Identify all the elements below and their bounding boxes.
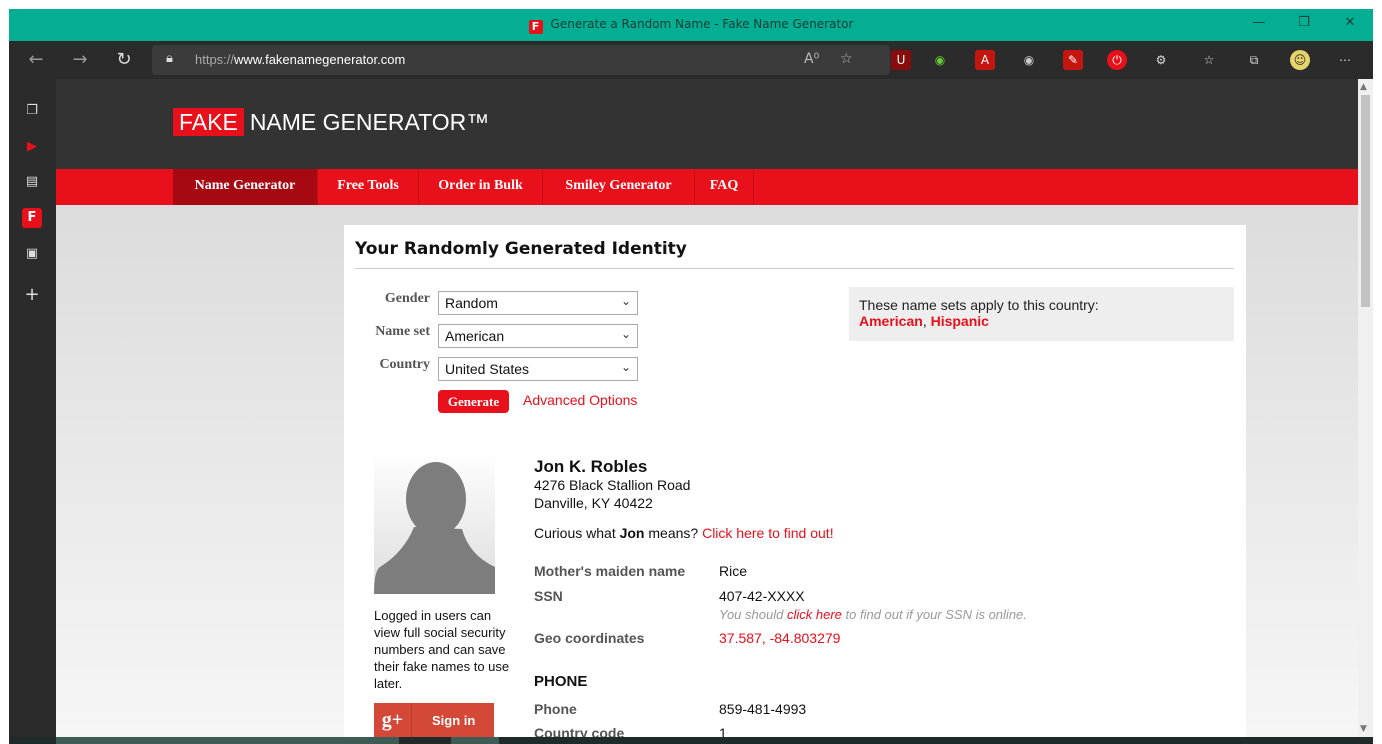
country-label: Country — [379, 357, 430, 372]
name-meaning-line: Curious what Jon means? Click here to fi… — [534, 525, 834, 541]
favicon-icon: F — [528, 20, 543, 34]
favorites-icon[interactable]: ☆ — [1199, 50, 1219, 70]
page-title: Your Randomly Generated Identity — [355, 239, 687, 259]
geo-coordinates-link[interactable]: 37.587, -84.803279 — [719, 630, 840, 646]
profile-avatar-icon[interactable]: ☺ — [1290, 50, 1310, 70]
site-logo[interactable]: FAKE NAME GENERATOR™ — [173, 108, 489, 136]
fake-name-tab-icon[interactable]: F — [22, 208, 42, 228]
nameset-hispanic-link[interactable]: Hispanic — [931, 313, 989, 329]
nameset-american-link[interactable]: American — [859, 313, 923, 329]
back-icon[interactable]: ← — [23, 49, 49, 70]
site-nav: Name Generator Free Tools Order in Bulk … — [56, 169, 1358, 205]
chevron-down-icon: ⌄ — [620, 294, 631, 308]
google-signin-button[interactable]: g+ Sign in — [374, 703, 494, 737]
chevron-down-icon: ⌄ — [620, 327, 631, 341]
login-prompt: Logged in users can view full social sec… — [374, 608, 510, 691]
vertical-scrollbar[interactable]: ▲ ▼ — [1358, 79, 1373, 737]
identity-panel: Your Randomly Generated Identity Gender … — [344, 225, 1246, 737]
bot-tab-icon[interactable]: ▣ — [22, 244, 42, 264]
advanced-options-link[interactable]: Advanced Options — [523, 392, 637, 408]
name-meaning-link[interactable]: Click here to find out! — [702, 525, 834, 541]
generate-button[interactable]: Generate — [438, 390, 509, 413]
browser-sidebar: ❐ ▶ ▤ F ▣ + — [9, 79, 55, 744]
pdf-extension-icon[interactable]: A — [975, 50, 995, 70]
gender-label: Gender — [384, 291, 430, 306]
identity-name: Jon K. Robles — [534, 457, 648, 476]
person-silhouette-icon — [374, 462, 495, 594]
collections-icon[interactable]: ⧉ — [1244, 50, 1264, 70]
ssn-check-link[interactable]: click here — [787, 607, 842, 622]
scroll-up-icon[interactable]: ▲ — [1360, 82, 1367, 92]
country-select[interactable]: United States ⌄ — [438, 357, 638, 381]
address-street: 4276 Black Stallion Road — [534, 477, 691, 493]
nameset-label: Name set — [375, 324, 430, 339]
ublock-icon[interactable]: U — [891, 50, 911, 70]
extensions-puzzle-icon[interactable]: ⚙ — [1151, 50, 1171, 70]
avatar — [374, 457, 495, 594]
extension-glasses-icon[interactable]: ◉ — [1019, 50, 1039, 70]
ssn-value: 407-42-XXXX — [719, 588, 805, 604]
nav-name-generator[interactable]: Name Generator — [173, 169, 318, 205]
title-bar: F Generate a Random Name - Fake Name Gene… — [9, 9, 1373, 41]
ssn-label: SSN — [534, 588, 563, 604]
more-menu-icon[interactable]: ⋯ — [1335, 50, 1355, 70]
extension-tool-icon[interactable]: ✎ — [1063, 50, 1083, 70]
forward-icon[interactable]: → — [67, 49, 93, 70]
lock-icon: 🔒︎ — [166, 51, 173, 66]
address-city: Danville, KY 40422 — [534, 495, 653, 511]
scroll-down-icon[interactable]: ▼ — [1360, 724, 1367, 734]
minimize-button[interactable]: — — [1244, 15, 1274, 30]
nav-smiley-generator[interactable]: Smiley Generator — [543, 169, 695, 205]
country-code-label: Country code — [534, 725, 625, 737]
name-sets-info: These name sets apply to this country: A… — [849, 287, 1234, 341]
nameset-select[interactable]: American ⌄ — [438, 324, 638, 348]
new-tab-icon[interactable]: + — [22, 285, 42, 305]
close-button[interactable]: ✕ — [1335, 15, 1365, 30]
address-bar[interactable]: 🔒︎ https://www.fakenamegenerator.com A⁰ … — [152, 45, 890, 75]
geo-label: Geo coordinates — [534, 630, 645, 646]
nav-free-tools[interactable]: Free Tools — [318, 169, 419, 205]
phone-label: Phone — [534, 701, 577, 717]
extension-power-icon[interactable]: ⏻ — [1107, 50, 1127, 70]
window-title: Generate a Random Name - Fake Name Gener… — [550, 17, 854, 31]
site-header: FAKE NAME GENERATOR™ — [56, 79, 1358, 169]
extension-globe-icon[interactable]: ◉ — [930, 50, 950, 70]
read-aloud-icon[interactable]: A⁰ — [804, 51, 819, 67]
country-code-value: 1 — [719, 725, 727, 737]
youtube-tab-icon[interactable]: ▶ — [22, 137, 42, 157]
nav-order-in-bulk[interactable]: Order in Bulk — [419, 169, 543, 205]
divider — [355, 268, 1234, 269]
chevron-down-icon: ⌄ — [620, 360, 631, 374]
maiden-name-value: Rice — [719, 563, 748, 579]
taskbar — [9, 737, 1373, 744]
page-viewport: FAKE NAME GENERATOR™ Name Generator Free … — [56, 79, 1358, 737]
phone-section-heading: PHONE — [534, 673, 588, 690]
nav-faq[interactable]: FAQ — [695, 169, 754, 205]
gender-select[interactable]: Random ⌄ — [438, 291, 638, 315]
browser-window: F Generate a Random Name - Fake Name Gene… — [9, 9, 1373, 744]
refresh-icon[interactable]: ↻ — [111, 49, 137, 70]
scroll-thumb[interactable] — [1361, 95, 1370, 307]
ssn-note: You should click here to find out if you… — [719, 607, 1027, 622]
restore-button[interactable]: ❐ — [1289, 15, 1319, 30]
browser-toolbar: ← → ↻ 🔒︎ https://www.fakenamegenerator.c… — [9, 41, 1373, 79]
phone-value: 859-481-4993 — [719, 701, 807, 717]
editor-tab-icon[interactable]: ▤ — [22, 172, 42, 192]
add-favorite-icon[interactable]: ☆ — [840, 51, 853, 67]
google-plus-icon: g+ — [374, 703, 412, 737]
url-domain: www.fakenamegenerator.com — [234, 52, 406, 67]
tab-actions-icon[interactable]: ❐ — [22, 101, 42, 121]
maiden-name-label: Mother's maiden name — [534, 563, 686, 579]
